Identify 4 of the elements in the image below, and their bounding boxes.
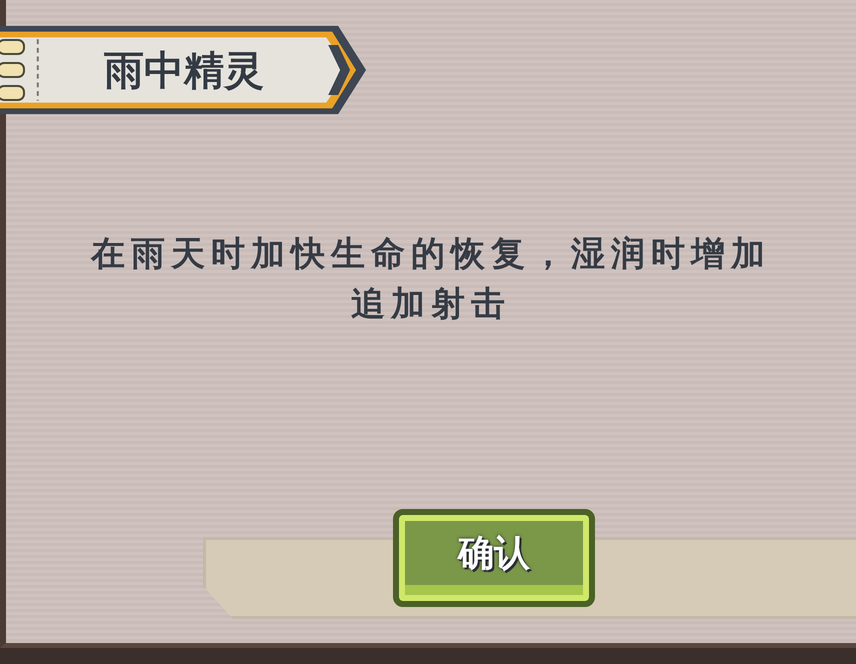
dialog-title: 雨中精灵	[104, 46, 264, 96]
confirm-button[interactable]: 确认	[393, 509, 595, 607]
skill-description: 在雨天时加快生命的恢复，湿润时增加追加射击	[90, 232, 772, 326]
binder-rings-icon	[0, 38, 26, 102]
